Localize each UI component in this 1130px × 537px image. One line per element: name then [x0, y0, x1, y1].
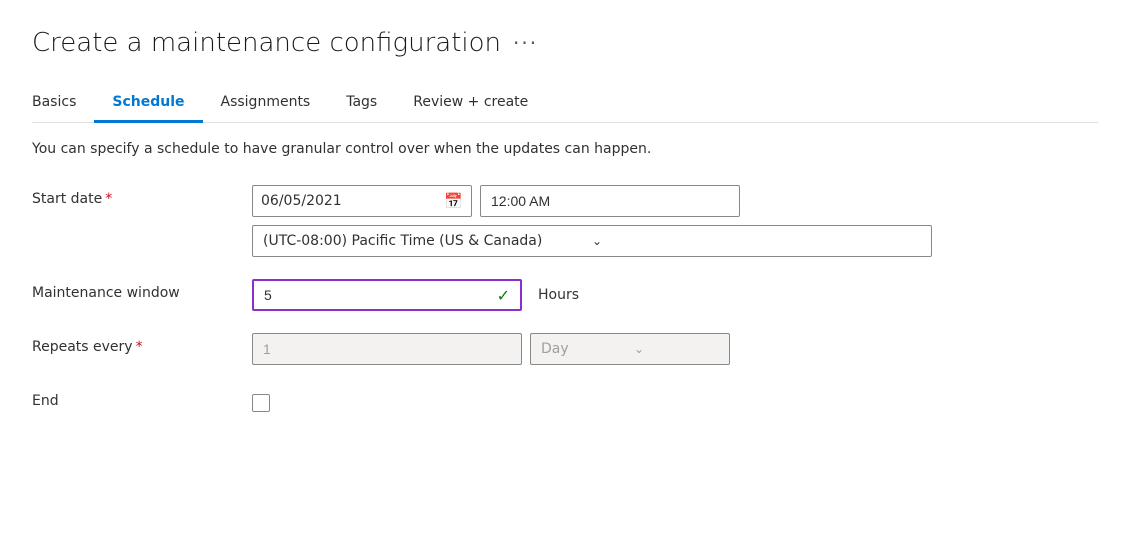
required-indicator: *: [105, 191, 112, 207]
timezone-dropdown[interactable]: (UTC-08:00) Pacific Time (US & Canada) ⌄: [252, 225, 932, 257]
start-date-controls: 06/05/2021 📅 (UTC-08:00) Pacific Time (U…: [252, 185, 1098, 257]
page-container: Create a maintenance configuration ··· B…: [0, 0, 1130, 537]
timezone-value: (UTC-08:00) Pacific Time (US & Canada): [263, 233, 592, 249]
tab-basics[interactable]: Basics: [32, 86, 94, 123]
tabs-bar: Basics Schedule Assignments Tags Review …: [32, 86, 1098, 123]
start-date-label: Start date*: [32, 185, 252, 207]
repeats-every-controls: Day ⌄: [252, 333, 1098, 365]
date-value: 06/05/2021: [261, 193, 436, 209]
repeats-every-row: Repeats every* Day ⌄: [32, 333, 1098, 365]
required-indicator-repeats: *: [136, 339, 143, 355]
maintenance-window-controls: ✓ Hours: [252, 279, 1098, 311]
maintenance-window-input-row: ✓ Hours: [252, 279, 1098, 311]
maintenance-window-label: Maintenance window: [32, 279, 252, 301]
chevron-down-icon: ⌄: [592, 234, 921, 248]
maintenance-window-input-wrapper[interactable]: ✓: [252, 279, 522, 311]
timezone-row: (UTC-08:00) Pacific Time (US & Canada) ⌄: [252, 225, 1098, 257]
repeats-unit-dropdown[interactable]: Day ⌄: [530, 333, 730, 365]
repeats-every-input-row: Day ⌄: [252, 333, 1098, 365]
end-checkbox[interactable]: [252, 394, 270, 412]
tab-tags[interactable]: Tags: [328, 86, 395, 123]
end-checkbox-container: [252, 387, 1098, 419]
maintenance-window-input[interactable]: [264, 287, 491, 303]
calendar-icon: 📅: [444, 192, 463, 210]
start-date-time-row: 06/05/2021 📅: [252, 185, 1098, 217]
check-icon: ✓: [497, 286, 510, 305]
repeats-number-input[interactable]: [252, 333, 522, 365]
repeats-unit-value: Day: [541, 341, 626, 357]
end-row: End: [32, 387, 1098, 419]
page-title-row: Create a maintenance configuration ···: [32, 28, 1098, 58]
hours-label: Hours: [538, 287, 579, 303]
maintenance-window-row: Maintenance window ✓ Hours: [32, 279, 1098, 311]
time-input[interactable]: [480, 185, 740, 217]
schedule-description: You can specify a schedule to have granu…: [32, 141, 1098, 157]
end-controls: [252, 387, 1098, 419]
tab-assignments[interactable]: Assignments: [203, 86, 329, 123]
start-date-row: Start date* 06/05/2021 📅 (UTC-08:00) Pac…: [32, 185, 1098, 257]
end-label: End: [32, 387, 252, 409]
chevron-down-icon-repeats: ⌄: [634, 342, 719, 356]
date-picker[interactable]: 06/05/2021 📅: [252, 185, 472, 217]
tab-schedule[interactable]: Schedule: [94, 86, 202, 123]
repeats-every-label: Repeats every*: [32, 333, 252, 355]
tab-review-create[interactable]: Review + create: [395, 86, 546, 123]
more-options-icon[interactable]: ···: [513, 31, 538, 55]
page-title: Create a maintenance configuration: [32, 28, 501, 58]
